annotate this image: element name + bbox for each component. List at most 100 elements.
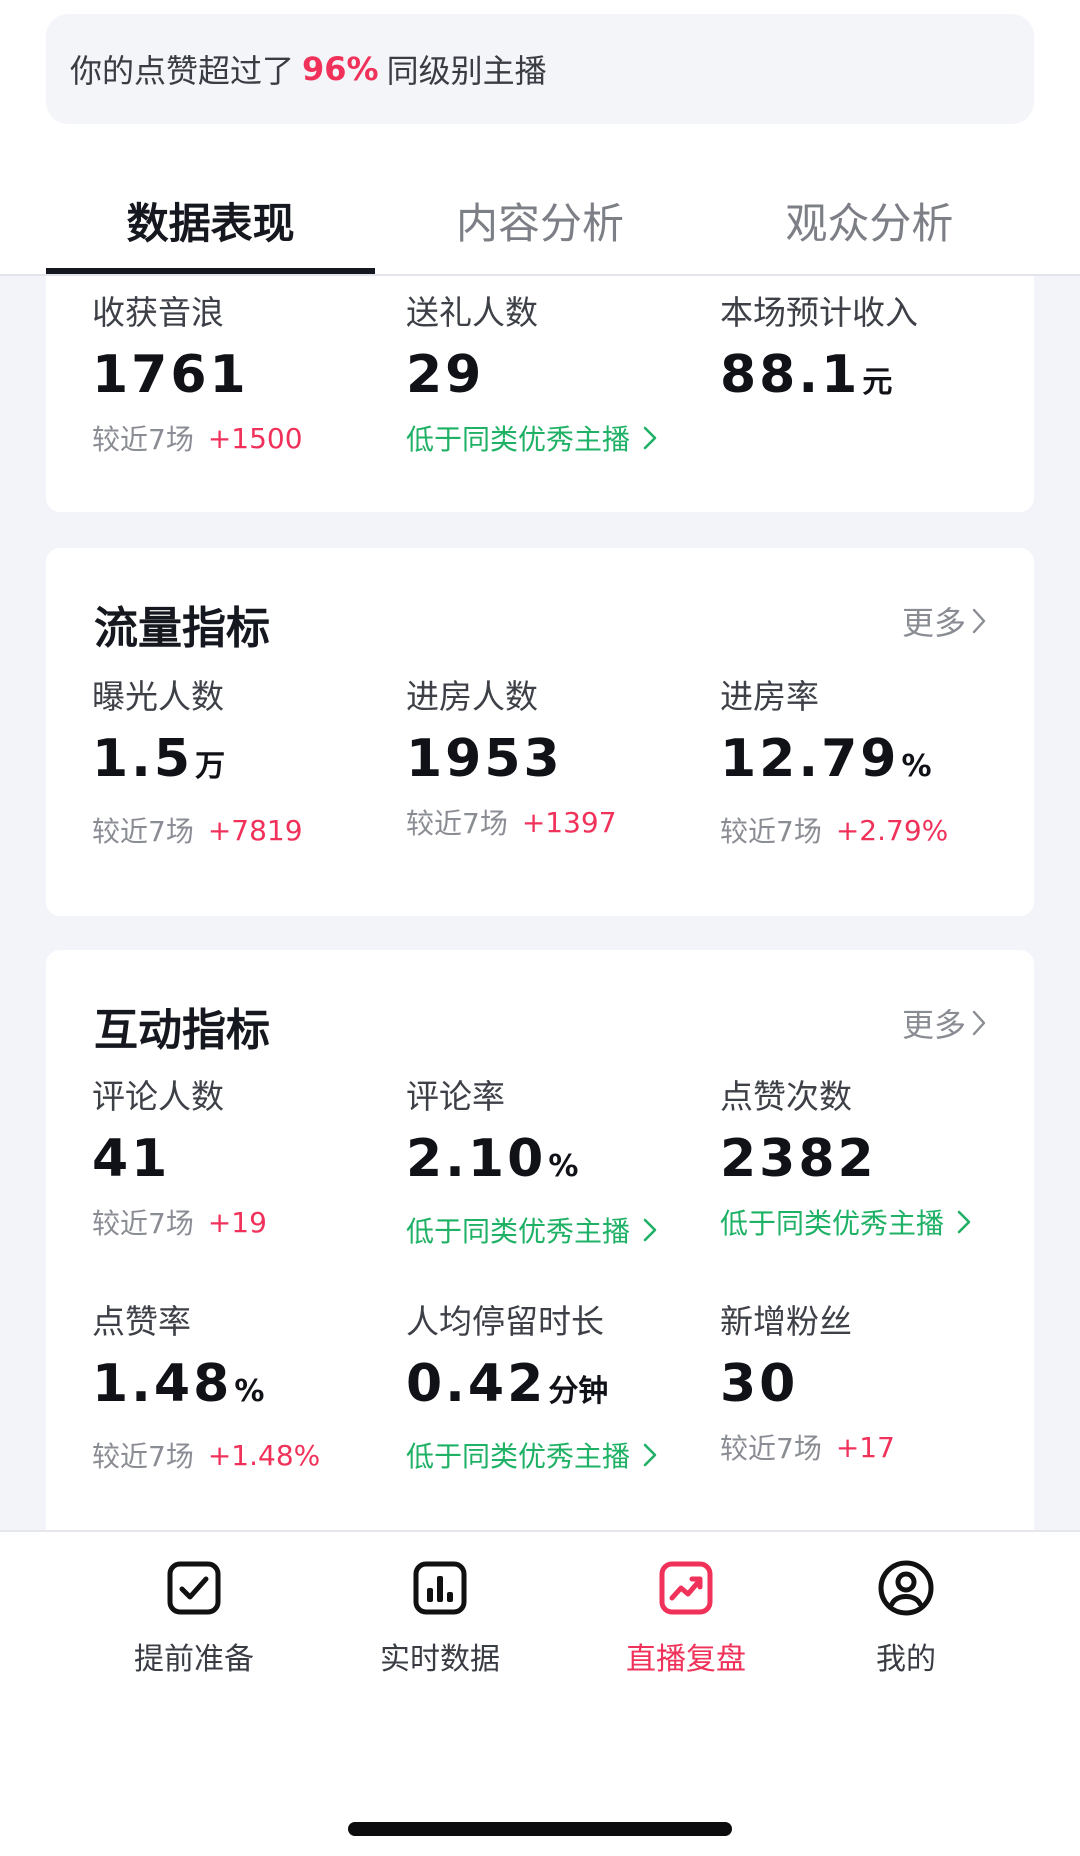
metric-gift-givers: 送礼人数 29 低于同类优秀主播 — [406, 286, 706, 458]
hint-text: 低于同类优秀主播 — [406, 1440, 631, 1473]
metric-value: 41 — [92, 1129, 171, 1189]
metric-avg-stay-duration: 人均停留时长 0.42分钟 低于同类优秀主播 — [406, 1295, 706, 1475]
checkbox-icon — [167, 1561, 221, 1615]
metric-commenters: 评论人数 41 较近7场 +19 — [92, 1070, 392, 1242]
metric-value: 1.5万 — [92, 728, 392, 798]
chevron-right-icon — [643, 1218, 657, 1242]
compare-label: 较近7场 — [720, 1432, 822, 1465]
compare-delta: +1500 — [207, 421, 303, 455]
value-number: 12.79 — [720, 729, 900, 789]
value-unit: % — [234, 1374, 265, 1409]
value-number: 1.5 — [92, 729, 194, 789]
benchmark-hint-link[interactable]: 低于同类优秀主播 — [406, 1435, 706, 1475]
metric-value: 1953 — [406, 729, 563, 789]
metric-compare: 较近7场 +7819 — [92, 810, 392, 850]
metric-compare: 较近7场 +17 — [720, 1427, 1020, 1467]
metric-entry-rate: 进房率 12.79% 较近7场 +2.79% — [720, 670, 1020, 850]
metric-like-rate: 点赞率 1.48% 较近7场 +1.48% — [92, 1295, 392, 1475]
chevron-right-icon — [972, 1010, 986, 1036]
value-number: 0.42 — [406, 1354, 547, 1414]
metric-value: 1.48% — [92, 1353, 392, 1423]
compare-label: 较近7场 — [92, 1440, 194, 1473]
metric-label: 评论人数 — [92, 1077, 224, 1116]
metric-compare: 较近7场 +19 — [92, 1202, 392, 1242]
metric-label: 人均停留时长 — [406, 1302, 604, 1341]
nav-item-live-review[interactable]: 直播复盘 — [576, 1558, 796, 1678]
benchmark-hint-link[interactable]: 低于同类优秀主播 — [720, 1202, 1020, 1242]
metric-like-count: 点赞次数 2382 低于同类优秀主播 — [720, 1070, 1020, 1242]
metric-value: 1761 — [92, 345, 249, 405]
metric-value: 29 — [406, 345, 485, 405]
user-icon — [878, 1560, 934, 1616]
nav-label: 实时数据 — [380, 1642, 500, 1677]
more-label: 更多 — [901, 1006, 966, 1044]
metric-label: 收获音浪 — [92, 293, 224, 332]
nav-item-realtime-data[interactable]: 实时数据 — [330, 1558, 550, 1678]
traffic-more-link[interactable]: 更多 — [902, 598, 988, 644]
value-unit: 万 — [195, 749, 226, 784]
nav-item-prepare[interactable]: 提前准备 — [84, 1558, 304, 1678]
metric-value: 12.79% — [720, 728, 1020, 798]
tab-audience-analysis[interactable]: 观众分析 — [705, 168, 1034, 274]
benchmark-hint-link[interactable]: 低于同类优秀主播 — [406, 418, 706, 458]
metric-label: 点赞次数 — [720, 1077, 852, 1116]
chevron-right-icon — [643, 1443, 657, 1467]
chevron-right-icon — [972, 608, 986, 634]
value-unit: 分钟 — [548, 1374, 609, 1409]
metric-sound-waves: 收获音浪 1761 较近7场 +1500 — [92, 286, 392, 458]
value-unit: 元 — [862, 365, 893, 400]
trend-chart-icon — [659, 1561, 713, 1615]
metric-compare: 较近7场 +2.79% — [720, 810, 1020, 850]
tab-data-performance[interactable]: 数据表现 — [46, 168, 376, 274]
value-number: 1.48 — [92, 1354, 233, 1414]
nav-item-me[interactable]: 我的 — [796, 1558, 1016, 1678]
metric-label: 进房人数 — [406, 677, 538, 716]
revenue-card: 收获音浪 1761 较近7场 +1500 送礼人数 29 低于同类优秀主播 本场… — [46, 276, 1034, 512]
hint-text: 低于同类优秀主播 — [406, 423, 631, 456]
chevron-right-icon — [643, 426, 657, 450]
metric-label: 进房率 — [720, 677, 819, 716]
nav-label: 提前准备 — [134, 1642, 254, 1677]
metric-value: 2.10% — [406, 1128, 706, 1198]
hint-text: 低于同类优秀主播 — [406, 1215, 631, 1248]
metric-value: 2382 — [720, 1129, 877, 1189]
interaction-more-link[interactable]: 更多 — [902, 1000, 988, 1046]
metric-label: 点赞率 — [92, 1302, 191, 1341]
nav-label: 我的 — [876, 1642, 936, 1677]
compare-label: 较近7场 — [92, 423, 194, 456]
bottom-nav: 提前准备 实时数据 直播复盘 我的 — [0, 1530, 1080, 1856]
chevron-right-icon — [957, 1210, 971, 1234]
metric-label: 评论率 — [406, 1077, 505, 1116]
like-ranking-banner: 你的点赞超过了 96% 同级别主播 — [46, 14, 1034, 124]
benchmark-hint-link[interactable]: 低于同类优秀主播 — [406, 1210, 706, 1250]
metric-comment-rate: 评论率 2.10% 低于同类优秀主播 — [406, 1070, 706, 1250]
metric-compare: 较近7场 +1500 — [92, 418, 392, 458]
metric-value: 88.1元 — [720, 344, 1020, 414]
interaction-metrics-card: 互动指标 更多 评论人数 41 较近7场 +19 评论率 2.10% 低于同类优… — [46, 950, 1034, 1530]
metric-compare: 较近7场 +1.48% — [92, 1435, 392, 1475]
compare-delta: +7819 — [207, 813, 303, 847]
banner-suffix: 同级别主播 — [386, 52, 547, 90]
tab-bar: 数据表现 内容分析 观众分析 — [46, 168, 1034, 274]
home-indicator[interactable] — [348, 1822, 732, 1836]
value-number: 88.1 — [720, 345, 861, 405]
hint-text: 低于同类优秀主播 — [720, 1207, 945, 1240]
value-number: 2.10 — [406, 1129, 547, 1189]
compare-label: 较近7场 — [720, 815, 822, 848]
metric-label: 送礼人数 — [406, 293, 538, 332]
tab-content-analysis[interactable]: 内容分析 — [375, 168, 704, 274]
metric-value: 0.42分钟 — [406, 1353, 706, 1423]
compare-label: 较近7场 — [92, 1207, 194, 1240]
value-unit: % — [548, 1149, 579, 1184]
card-title: 互动指标 — [94, 1005, 270, 1056]
compare-delta: +2.79% — [835, 813, 949, 847]
compare-label: 较近7场 — [406, 807, 508, 840]
banner-percent: 96% — [302, 50, 379, 88]
compare-delta: +1397 — [521, 805, 617, 839]
metric-new-fans: 新增粉丝 30 较近7场 +17 — [720, 1295, 1020, 1467]
more-label: 更多 — [901, 604, 966, 642]
compare-label: 较近7场 — [92, 815, 194, 848]
nav-label: 直播复盘 — [626, 1642, 746, 1677]
compare-delta: +1.48% — [207, 1438, 321, 1472]
compare-delta: +17 — [835, 1430, 895, 1464]
